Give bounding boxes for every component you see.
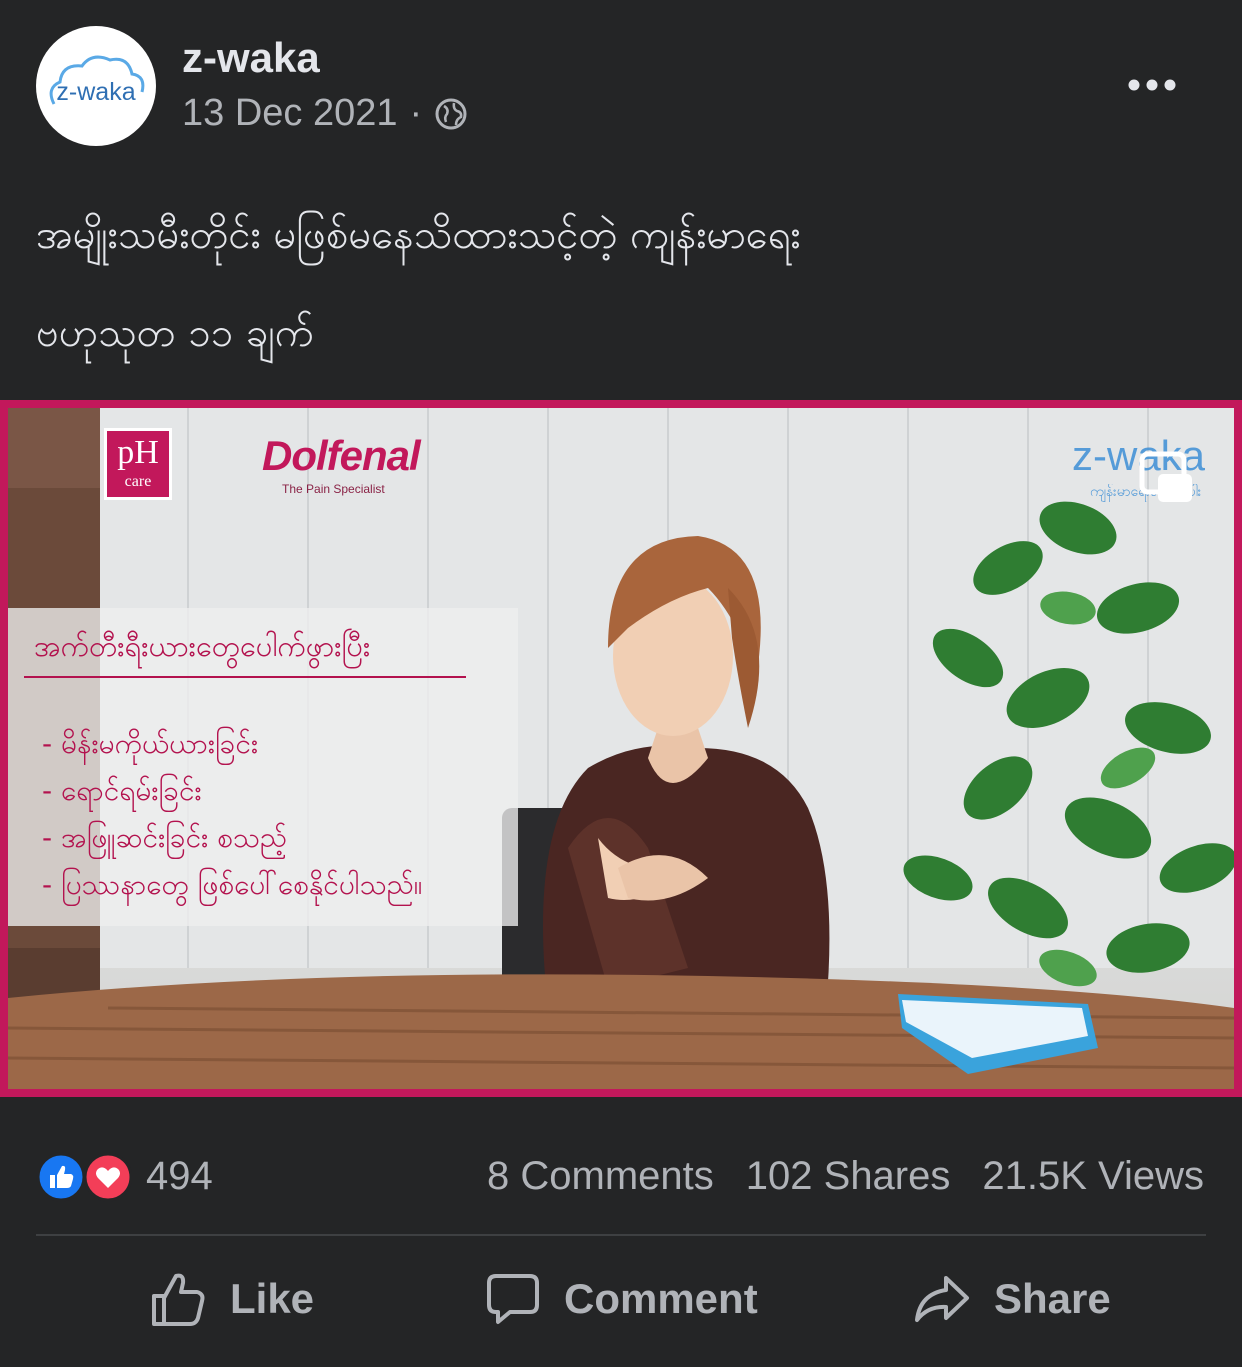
overlay-list: - မိန်းမကိုယ်ယားခြင်း - ရောင်ရမ်းခြင်း -… [42, 720, 422, 908]
globe-icon [434, 97, 468, 131]
meta-separator: · [409, 92, 423, 134]
caption-line: ဗဟုသုတ ၁၁ ချက် [36, 310, 315, 356]
video-frame[interactable]: pH care Dolfenal The Pain Specialist z-w… [8, 408, 1234, 1089]
thumbs-up-icon [152, 1273, 205, 1326]
shares-count[interactable]: 102 Shares [746, 1154, 951, 1199]
post-card: z-waka z-waka 13 Dec 2021 · အမျိုးသမီးတိ… [0, 0, 1242, 1367]
like-label: Like [230, 1275, 315, 1322]
dolfenal-tagline: The Pain Specialist [282, 482, 385, 496]
like-button[interactable]: Like [150, 1264, 314, 1334]
overlay-list-item: - အဖြူဆင်းခြင်း စသည့် [42, 821, 288, 854]
ph-logo-sub: care [124, 473, 152, 490]
share-label: Share [994, 1275, 1111, 1322]
overlay-list-item: - မိန်းမကိုယ်ယားခြင်း [42, 727, 259, 760]
page-avatar[interactable]: z-waka [36, 26, 156, 146]
reactions-count[interactable]: 494 [146, 1154, 213, 1199]
overlay-list-item: - ရောင်ရမ်းခြင်း [42, 774, 202, 807]
dolfenal-logo: Dolfenal [262, 432, 421, 479]
overlay-title: အက်တီးရီးယားတွေပေါက်ဖွားပြီး [34, 629, 371, 663]
post-meta: 13 Dec 2021 · [182, 92, 468, 135]
post-author[interactable]: z-waka [182, 34, 320, 82]
post-date[interactable]: 13 Dec 2021 [182, 92, 398, 135]
overlay-list-item: - ပြဿနာတွေ ဖြစ်ပေါ်စေနိုင်ပါသည်။ [42, 868, 423, 901]
more-options-icon[interactable] [1122, 70, 1182, 100]
post-caption: အမျိုးသမီးတိုင်း မဖြစ်မနေသိထားသင့်တဲ့ ကျ… [36, 186, 1206, 382]
comment-bubble-icon [487, 1274, 539, 1324]
caption-line: အမျိုးသမီးတိုင်း မဖြစ်မနေသိထားသင့်တဲ့ ကျ… [36, 212, 801, 258]
video-player[interactable]: pH care Dolfenal The Pain Specialist z-w… [0, 400, 1242, 1097]
share-button[interactable]: Share [914, 1264, 1111, 1334]
comments-count[interactable]: 8 Comments [487, 1154, 714, 1199]
engagement-stats: 8 Comments 102 Shares 21.5K Views [487, 1154, 1204, 1199]
ph-care-logo: pH care [104, 428, 172, 500]
share-arrow-icon [915, 1276, 969, 1322]
reactions-summary[interactable] [36, 1152, 133, 1202]
comment-label: Comment [564, 1275, 758, 1322]
z-waka-logo-icon: z-waka [49, 55, 145, 106]
overlay-divider [24, 676, 466, 678]
ph-logo-text: pH [117, 434, 159, 471]
avatar-label: z-waka [56, 78, 135, 106]
stats-divider [36, 1234, 1206, 1236]
comment-button[interactable]: Comment [486, 1264, 758, 1334]
picture-in-picture-icon[interactable] [1136, 448, 1198, 508]
views-count: 21.5K Views [982, 1154, 1204, 1198]
